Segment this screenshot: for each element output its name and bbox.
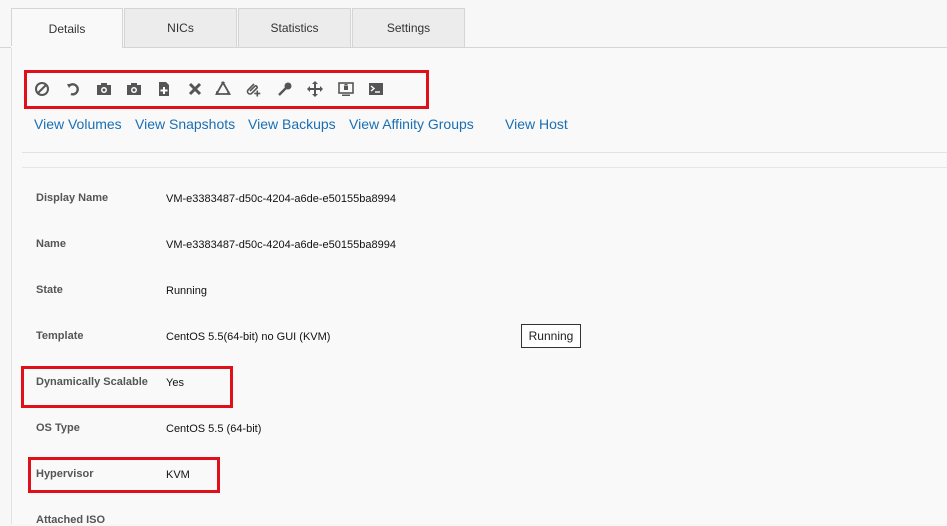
status-badge: Running — [521, 324, 581, 348]
toolbar-highlight-box — [24, 70, 429, 109]
hypervisor-highlight-box — [28, 457, 220, 493]
view-backups-link[interactable]: View Backups — [248, 116, 336, 132]
state-label: State — [36, 284, 63, 296]
os-type-label: OS Type — [36, 422, 80, 434]
dynamically-scalable-highlight-box — [21, 366, 233, 408]
tab-settings[interactable]: Settings — [352, 8, 465, 47]
view-snapshots-link[interactable]: View Snapshots — [135, 116, 235, 132]
display-name-value: VM-e3383487-d50c-4204-a6de-e50155ba8994 — [166, 193, 396, 205]
section-divider — [22, 152, 947, 153]
name-value: VM-e3383487-d50c-4204-a6de-e50155ba8994 — [166, 239, 396, 251]
tab-statistics[interactable]: Statistics — [238, 8, 351, 47]
attached-iso-label: Attached ISO — [36, 514, 106, 526]
display-name-label: Display Name — [36, 192, 109, 204]
template-value: CentOS 5.5(64-bit) no GUI (KVM) — [166, 331, 331, 343]
name-label: Name — [36, 238, 66, 250]
template-label: Template — [36, 330, 84, 342]
tab-details[interactable]: Details — [11, 8, 123, 49]
tab-bar: Details NICs Statistics Settings — [0, 0, 947, 49]
state-value: Running — [166, 285, 207, 297]
os-type-value: CentOS 5.5 (64-bit) — [166, 423, 262, 435]
view-affinity-groups-link[interactable]: View Affinity Groups — [349, 116, 474, 132]
view-volumes-link[interactable]: View Volumes — [34, 116, 122, 132]
view-host-link[interactable]: View Host — [505, 116, 568, 132]
tab-nics[interactable]: NICs — [124, 8, 237, 47]
